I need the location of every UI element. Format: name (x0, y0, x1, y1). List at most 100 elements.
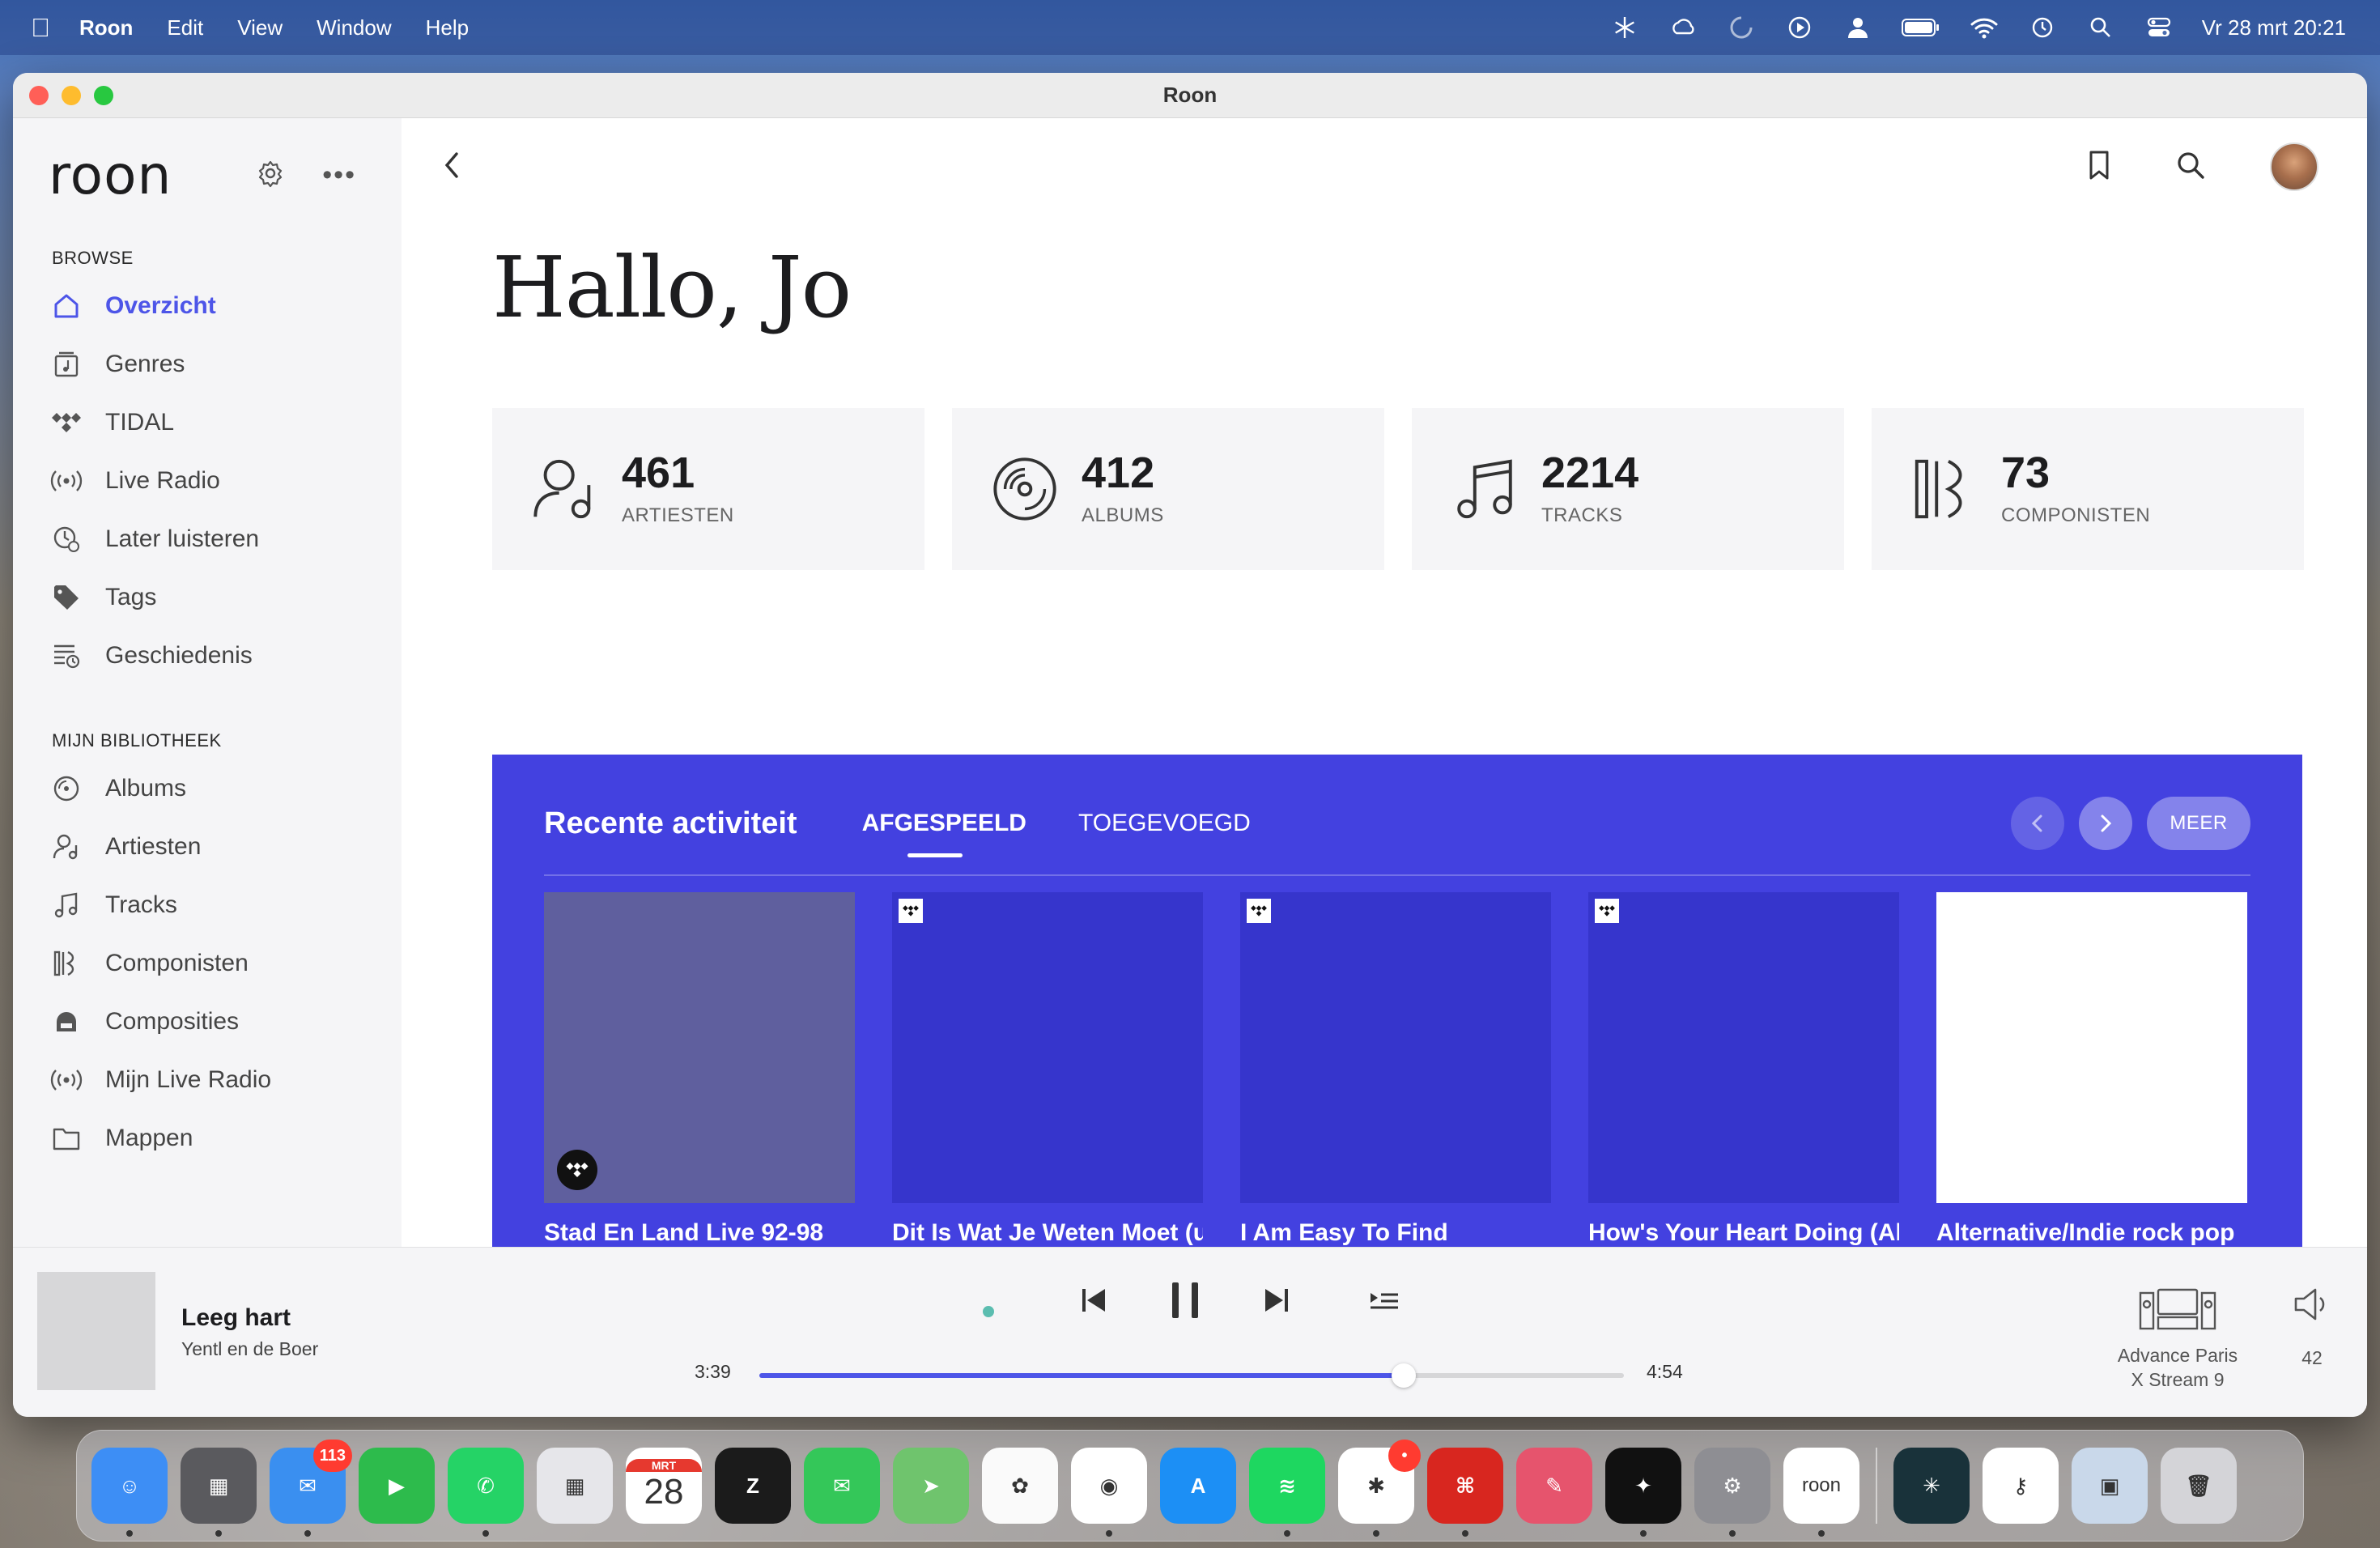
album-card-title[interactable]: Alternative/Indie rock pop (1936, 1219, 2247, 1247)
seek-handle[interactable] (1391, 1363, 1416, 1388)
snowflake-icon[interactable] (1609, 12, 1640, 43)
sidebar-item-tidal[interactable]: TIDAL (13, 393, 402, 452)
dock-app-finder[interactable]: ☺ (91, 1448, 168, 1537)
dock-app-mail[interactable]: ✉ 113 (270, 1440, 352, 1537)
dock-app-cleanmymac[interactable]: ✎ (1516, 1448, 1592, 1524)
battery-icon[interactable] (1901, 12, 1941, 43)
album-art[interactable] (544, 892, 855, 1203)
album-art[interactable] (892, 892, 1203, 1203)
spinner-icon[interactable] (1726, 12, 1757, 43)
close-window-button[interactable] (29, 85, 49, 105)
album-card[interactable]: Dit Is Wat Je Weten Moet (u (892, 892, 1203, 1247)
dock-app-app-store[interactable]: A (1160, 1448, 1236, 1524)
dock-app-preview[interactable]: ▣ (2072, 1448, 2148, 1524)
dock-app-system-settings[interactable]: ⚙ (1694, 1448, 1770, 1537)
bookmark-icon[interactable] (2087, 150, 2111, 185)
previous-track-icon[interactable] (1078, 1285, 1109, 1316)
sidebar-item-tags[interactable]: Tags (13, 568, 402, 627)
creative-cloud-icon[interactable] (1668, 12, 1698, 43)
dock-app-perplexity[interactable]: ✳ (1893, 1448, 1970, 1524)
seek-slider[interactable] (759, 1363, 1624, 1388)
menu-help[interactable]: Help (426, 15, 469, 40)
dock-app-photos[interactable]: ✿ (982, 1448, 1058, 1524)
search-icon[interactable] (2176, 151, 2205, 184)
sidebar-item-componisten[interactable]: Componisten (13, 934, 402, 993)
user-icon[interactable] (1842, 12, 1873, 43)
sidebar-item-geschiedenis[interactable]: Geschiedenis (13, 627, 402, 685)
sidebar-item-genres[interactable]: Genres (13, 335, 402, 393)
dock-app-passwords[interactable]: ⚷ (1983, 1448, 2059, 1524)
sidebar-item-later-luisteren[interactable]: Later luisteren (13, 510, 402, 568)
queue-icon[interactable] (1368, 1290, 1400, 1312)
dock-app-trash[interactable]: 🗑 (2161, 1448, 2237, 1524)
sidebar-item-tracks[interactable]: Tracks (13, 876, 402, 934)
apple-icon[interactable]:  (31, 13, 79, 43)
tab-toegevoegd[interactable]: TOEGEVOEGD (1078, 801, 1251, 846)
tab-afgespeeld[interactable]: AFGESPEELD (862, 801, 1026, 857)
sidebar-item-overzicht[interactable]: Overzicht (13, 277, 402, 335)
stat-card-tracks[interactable]: 2214 TRACKS (1412, 408, 1844, 570)
zoom-window-button[interactable] (94, 85, 113, 105)
sidebar-item-live-radio[interactable]: Live Radio (13, 452, 402, 510)
album-card[interactable]: How's Your Heart Doing (Alb (1588, 892, 1899, 1247)
dock-app-chrome[interactable]: ◉ (1071, 1448, 1147, 1537)
next-track-icon[interactable] (1261, 1285, 1292, 1316)
sidebar-item-albums[interactable]: Albums (13, 759, 402, 818)
album-card[interactable]: Stad En Land Live 92-98 (544, 892, 855, 1247)
play-circle-icon[interactable] (1784, 12, 1815, 43)
dock-app-calculator[interactable]: ▦ (181, 1448, 257, 1537)
time-machine-icon[interactable] (2027, 12, 2058, 43)
sidebar-item-mijn-live-radio[interactable]: Mijn Live Radio (13, 1051, 402, 1109)
pause-icon[interactable] (1167, 1280, 1203, 1320)
back-icon[interactable] (440, 149, 463, 185)
album-card[interactable]: I Am Easy To Find (1240, 892, 1551, 1247)
carousel-prev-button[interactable] (2011, 797, 2064, 850)
more-button[interactable]: MEER (2147, 797, 2250, 850)
window-titlebar[interactable]: Roon (13, 73, 2367, 118)
stat-card-composers[interactable]: 73 COMPONISTEN (1872, 408, 2304, 570)
album-card[interactable]: Alternative/Indie rock pop (1936, 892, 2247, 1247)
spotlight-search-icon[interactable] (2085, 12, 2116, 43)
dock-app-tidal[interactable]: ✦ (1605, 1448, 1681, 1537)
volume-control[interactable]: 42 (2288, 1286, 2336, 1369)
wifi-icon[interactable] (1969, 12, 2000, 43)
now-playing-title[interactable]: Leeg hart (181, 1304, 291, 1332)
stat-card-artists[interactable]: 461 ARTIESTEN (492, 408, 924, 570)
dock-app-facetime[interactable]: ▶ (359, 1448, 435, 1524)
album-card-title[interactable]: Stad En Land Live 92-98 (544, 1219, 855, 1247)
sidebar-item-mappen[interactable]: Mappen (13, 1109, 402, 1167)
stat-card-albums[interactable]: 412 ALBUMS (952, 408, 1384, 570)
dock-app-calendar[interactable]: MRT 28 (626, 1448, 702, 1524)
now-playing-artist[interactable]: Yentl en de Boer (181, 1338, 318, 1360)
control-center-icon[interactable] (2144, 12, 2174, 43)
gear-icon[interactable] (256, 159, 285, 192)
menu-app-name[interactable]: Roon (79, 15, 133, 40)
album-art[interactable] (1240, 892, 1551, 1203)
carousel-next-button[interactable] (2079, 797, 2132, 850)
more-options-icon[interactable]: ••• (322, 159, 356, 191)
dock-app-messages[interactable]: ✉ (804, 1448, 880, 1524)
dock-app-ziggo[interactable]: Z (715, 1448, 791, 1524)
dock-app-acrobat[interactable]: ⌘ (1427, 1448, 1503, 1537)
dock-app-spotify[interactable]: ≋ (1249, 1448, 1325, 1537)
minimize-window-button[interactable] (62, 85, 81, 105)
album-art[interactable] (1936, 892, 2247, 1203)
now-playing-cover[interactable] (37, 1272, 155, 1390)
menubar-clock[interactable]: Vr 28 mrt 20:21 (2202, 15, 2346, 40)
dock-app-maps[interactable]: ➤ (893, 1448, 969, 1524)
user-avatar[interactable] (2270, 142, 2318, 191)
album-art[interactable] (1588, 892, 1899, 1203)
sidebar-item-composities[interactable]: Composities (13, 993, 402, 1051)
menu-edit[interactable]: Edit (167, 15, 203, 40)
menu-view[interactable]: View (237, 15, 283, 40)
dock-app-slack[interactable]: ✱ • (1338, 1440, 1421, 1537)
dock-app-roon[interactable]: roon (1783, 1448, 1859, 1537)
menu-window[interactable]: Window (317, 15, 391, 40)
album-card-title[interactable]: I Am Easy To Find (1240, 1219, 1551, 1247)
sidebar-item-artiesten[interactable]: Artiesten (13, 818, 402, 876)
dock-app-launchpad[interactable]: ▦ (537, 1448, 613, 1524)
zone-selector[interactable]: Advance Paris X Stream 9 (2089, 1286, 2267, 1393)
album-card-title[interactable]: How's Your Heart Doing (Alb (1588, 1219, 1899, 1247)
dock-app-whatsapp[interactable]: ✆ (448, 1448, 524, 1537)
album-card-title[interactable]: Dit Is Wat Je Weten Moet (u (892, 1219, 1203, 1247)
